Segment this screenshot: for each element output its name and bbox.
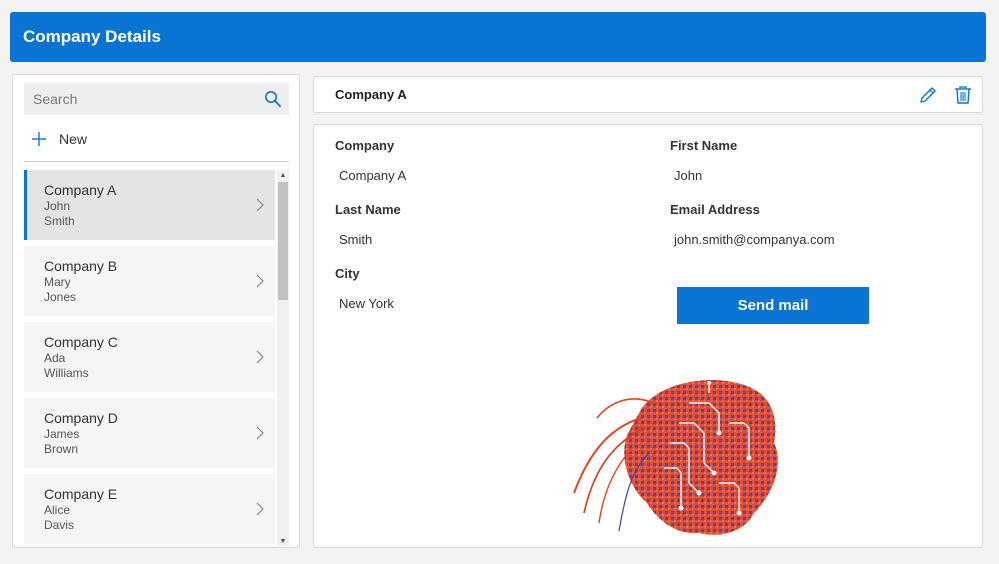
chevron-right-icon	[256, 426, 264, 440]
list-item-first-name: Alice	[44, 503, 71, 517]
email-value: john.smith@companya.com	[674, 232, 835, 247]
list-item-first-name: Ada	[44, 351, 66, 365]
email-label: Email Address	[670, 202, 760, 217]
list-item[interactable]: Company A John Smith	[24, 170, 275, 240]
new-button-label: New	[59, 131, 88, 147]
last-name-label: Last Name	[335, 202, 401, 217]
send-mail-button[interactable]: Send mail	[677, 287, 869, 324]
search-box	[24, 83, 289, 115]
list-item-first-name: John	[44, 199, 71, 213]
company-list-panel: New Company A John Smith Company B Mary …	[12, 74, 300, 548]
list-item-last-name: Williams	[44, 366, 89, 380]
scroll-thumb[interactable]	[278, 182, 288, 300]
plus-icon	[32, 132, 46, 146]
list-item[interactable]: Company C Ada Williams	[24, 322, 275, 392]
list-item-last-name: Brown	[44, 442, 79, 456]
scroll-up-arrow-icon[interactable]: ▲	[277, 170, 289, 180]
city-label: City	[335, 266, 360, 281]
list-item-company: Company D	[44, 410, 118, 426]
last-name-value: Smith	[339, 232, 373, 247]
list-item-company: Company A	[44, 182, 117, 198]
first-name-value: John	[674, 168, 703, 183]
list-item-last-name: Jones	[44, 290, 77, 304]
detail-title: Company A	[335, 87, 407, 102]
first-name-label: First Name	[670, 138, 738, 153]
pencil-icon[interactable]	[918, 85, 938, 105]
list-item[interactable]: Company E Alice Davis	[24, 474, 275, 544]
trash-icon[interactable]	[954, 85, 972, 105]
new-button[interactable]: New	[31, 127, 87, 151]
chevron-right-icon	[256, 274, 264, 288]
list-scrollbar[interactable]: ▲ ▼	[277, 170, 289, 546]
company-list: Company A John Smith Company B Mary Jone…	[24, 170, 275, 546]
detail-header: Company A	[313, 76, 983, 113]
city-value: New York	[339, 296, 394, 311]
list-item-company: Company B	[44, 258, 118, 274]
company-label: Company	[335, 138, 395, 153]
list-item-last-name: Davis	[44, 518, 75, 532]
chevron-right-icon	[256, 502, 264, 516]
list-item-first-name: James	[44, 427, 80, 441]
list-item-last-name: Smith	[44, 214, 75, 228]
list-item-company: Company E	[44, 486, 118, 502]
detail-form: Company Company A First Name John Last N…	[313, 124, 983, 548]
search-input[interactable]	[33, 91, 253, 107]
list-item[interactable]: Company B Mary Jones	[24, 246, 275, 316]
list-item-first-name: Mary	[44, 275, 71, 289]
search-icon[interactable]	[264, 90, 282, 108]
list-item-company: Company C	[44, 334, 118, 350]
lion-circuit-illustration	[573, 380, 778, 535]
title-bar: Company Details	[10, 12, 986, 62]
app-window: Company Details New Company A John Smith	[0, 0, 999, 564]
chevron-right-icon	[256, 198, 264, 212]
company-value: Company A	[339, 168, 407, 183]
divider	[24, 161, 289, 162]
list-item[interactable]: Company D James Brown	[24, 398, 275, 468]
chevron-right-icon	[256, 350, 264, 364]
page-title: Company Details	[23, 27, 161, 46]
scroll-down-arrow-icon[interactable]: ▼	[277, 536, 289, 546]
